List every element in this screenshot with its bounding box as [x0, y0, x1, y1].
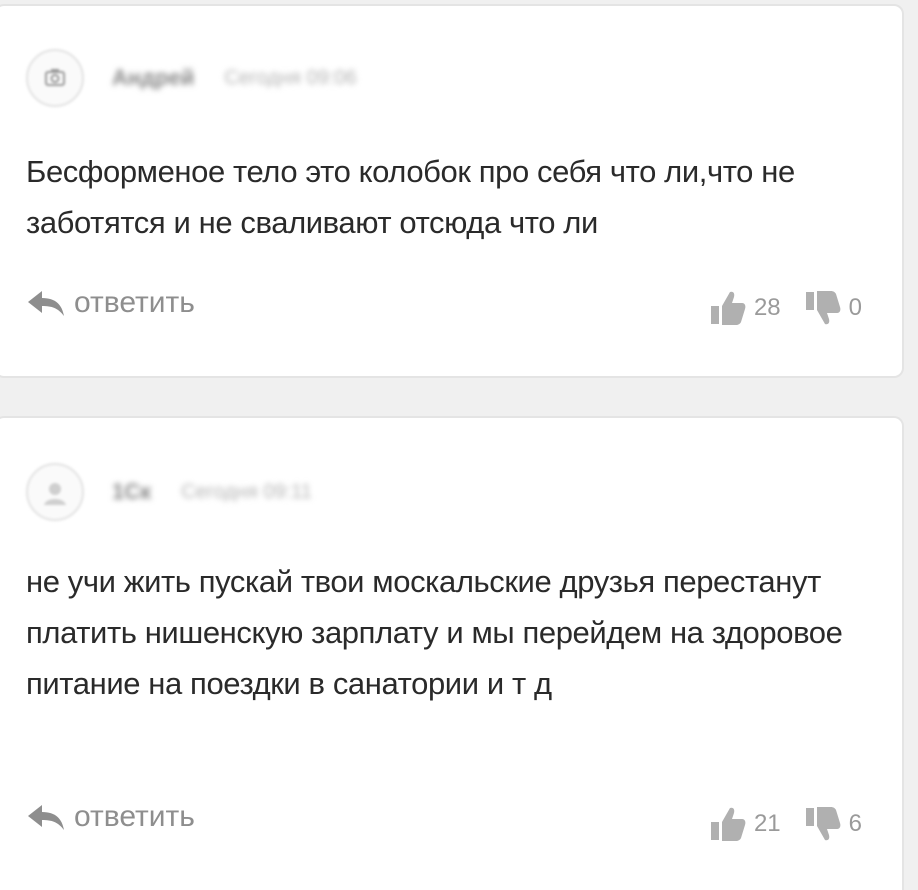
thumbs-down-icon: [805, 807, 841, 841]
dislike-count: 6: [848, 810, 862, 837]
thumbs-up-icon: [710, 807, 746, 841]
like-count: 28: [753, 294, 781, 321]
vote-controls: 21 6: [708, 804, 862, 844]
comment-card: 1Ск Сегодня 09:11 не учи жить пускай тво…: [0, 416, 904, 890]
comment-header: 1Ск Сегодня 09:11: [26, 462, 312, 522]
user-avatar-icon: [44, 483, 66, 505]
vote-controls: 28 0: [708, 288, 862, 328]
reply-arrow-icon: [28, 291, 64, 316]
reply-button[interactable]: ответить: [26, 286, 195, 320]
dislike-count: 0: [848, 294, 862, 321]
comment-time: Сегодня 09:06: [224, 66, 357, 89]
camera-icon: [45, 69, 65, 86]
thumbs-down-icon: [805, 291, 841, 325]
dislike-button[interactable]: 6: [803, 804, 862, 844]
reply-label: ответить: [74, 286, 195, 319]
avatar[interactable]: [26, 463, 84, 521]
reply-button[interactable]: ответить: [26, 800, 195, 834]
author-name[interactable]: 1Ск: [112, 479, 151, 505]
comment-text: не учи жить пускай твои москальские друз…: [26, 564, 843, 701]
reply-label: ответить: [74, 800, 195, 833]
like-count: 21: [753, 810, 781, 837]
like-button[interactable]: 28: [708, 288, 781, 328]
comment-header: Андрей Сегодня 09:06: [26, 48, 357, 108]
reply-arrow-icon: [28, 805, 64, 830]
thumbs-up-icon: [710, 291, 746, 325]
comment-text: Бесформеное тело это колобок про себя чт…: [26, 154, 795, 240]
comment-time: Сегодня 09:11: [181, 480, 312, 503]
author-name[interactable]: Андрей: [112, 65, 194, 91]
dislike-button[interactable]: 0: [803, 288, 862, 328]
like-button[interactable]: 21: [708, 804, 781, 844]
avatar[interactable]: [26, 49, 84, 107]
comment-card: Андрей Сегодня 09:06 Бесформеное тело эт…: [0, 4, 904, 378]
